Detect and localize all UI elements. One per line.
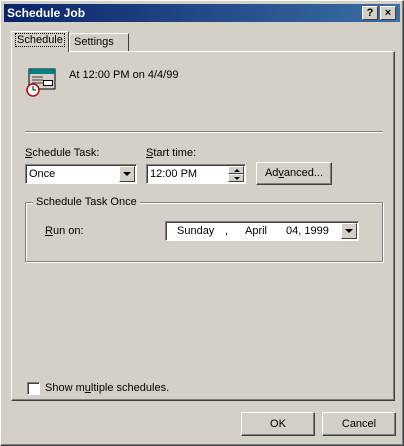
start-time-label-text: tart time: [153,147,197,159]
schedule-task-label: Schedule Task: [25,147,99,159]
date-separator: , [225,225,229,237]
ok-button[interactable]: OK [241,412,315,436]
schedule-task-dropdown[interactable]: Once [25,164,137,184]
run-on-label: Run on: [45,225,84,237]
advanced-button-text-a: Ad [264,167,279,179]
arrow-up-icon [234,169,240,172]
spin-up-button[interactable] [228,166,244,174]
help-button[interactable]: ? [362,6,378,20]
cancel-button-label: Cancel [341,418,377,430]
tab-settings-label: Settings [74,36,114,48]
schedule-task-value: Once [29,168,56,180]
arrow-down-icon [234,177,240,180]
start-time-value: 12:00 PM [150,168,198,180]
show-multiple-schedules-label[interactable]: Show multiple schedules. [45,382,169,394]
run-on-date-picker[interactable]: Sunday , April 04, 1999 [165,221,359,241]
group-title: Schedule Task Once [33,196,140,208]
chevron-down-icon [345,229,353,233]
tab-schedule[interactable]: Schedule [11,31,69,52]
schedule-job-dialog: Schedule Job ? × Schedule Settings At 12… [0,0,404,446]
tab-schedule-label: Schedule [15,33,65,47]
ok-button-label: OK [270,418,286,430]
start-time-field[interactable]: 12:00 PM [146,164,246,184]
show-multiple-text-a: Show m [45,382,85,394]
date-weekday: Sunday [177,225,215,237]
chevron-down-icon [123,172,131,176]
schedule-summary: At 12:00 PM on 4/4/99 [69,69,179,81]
calendar-clock-icon [26,68,56,97]
spin-down-button[interactable] [228,174,244,182]
schedule-task-label-text: chedule Task: [32,147,100,159]
date-day-year: 04, 1999 [286,225,329,237]
window-title: Schedule Job [7,6,86,20]
cancel-button[interactable]: Cancel [322,412,396,436]
run-on-label-mnemonic: R [45,225,53,237]
start-time-spinner[interactable] [228,166,244,182]
title-bar: Schedule Job ? × [4,4,400,22]
show-multiple-schedules-checkbox[interactable] [27,382,40,395]
schedule-task-dropdown-button[interactable] [119,166,135,182]
advanced-button[interactable]: Advanced... [256,162,332,185]
start-time-label: Start time: [146,147,196,159]
date-month: April [245,225,268,237]
separator-line [25,131,383,133]
date-dropdown-button[interactable] [341,223,357,239]
advanced-button-text-b: anced... [283,167,324,179]
tab-settings[interactable]: Settings [69,33,129,51]
show-multiple-text-b: ltiple schedules. [90,382,170,394]
run-on-label-text: un on: [52,225,84,237]
close-button[interactable]: × [380,6,396,20]
